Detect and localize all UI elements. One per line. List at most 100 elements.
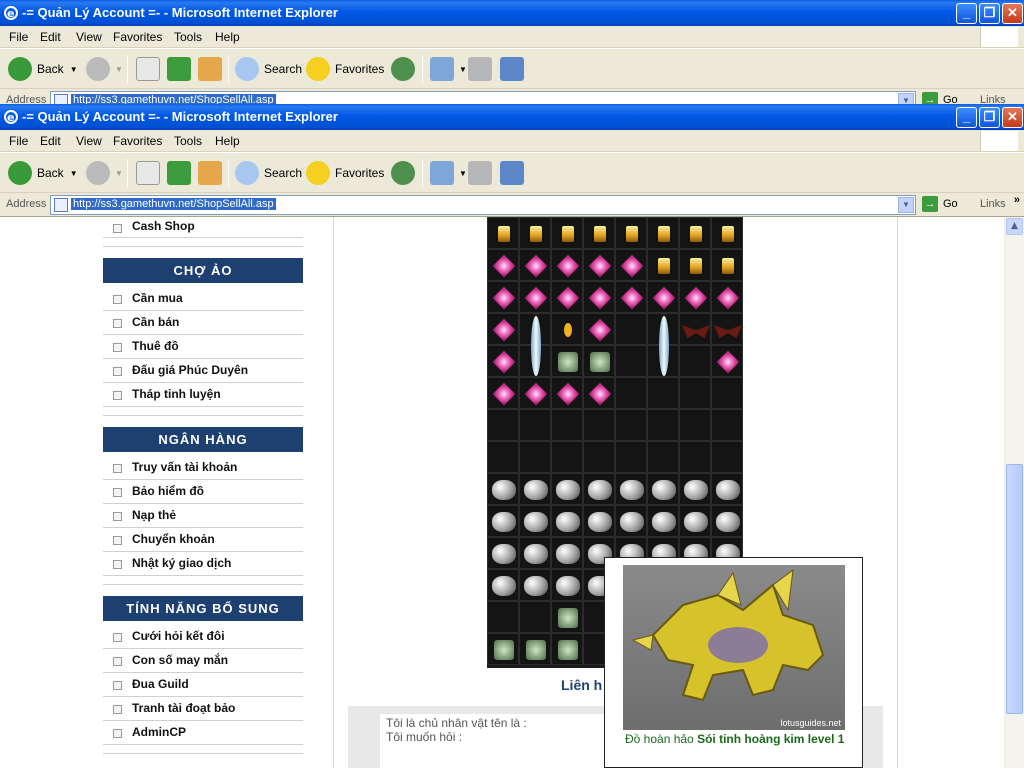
inventory-slot[interactable] bbox=[487, 633, 519, 665]
inventory-slot[interactable] bbox=[551, 281, 583, 313]
inventory-slot[interactable] bbox=[711, 473, 743, 505]
inventory-slot[interactable] bbox=[679, 441, 711, 473]
inventory-slot[interactable] bbox=[519, 601, 551, 633]
inventory-slot[interactable] bbox=[647, 473, 679, 505]
menu-view[interactable]: View bbox=[76, 134, 102, 148]
inventory-slot[interactable] bbox=[487, 249, 519, 281]
chevron-down-icon[interactable]: ▼ bbox=[898, 197, 914, 213]
inventory-slot[interactable] bbox=[519, 633, 551, 665]
sidebar-item[interactable]: Cưới hỏi kết đôi bbox=[103, 625, 303, 649]
home-button[interactable] bbox=[198, 53, 227, 85]
inventory-slot[interactable] bbox=[583, 249, 615, 281]
sidebar-item[interactable]: Truy vấn tài khoản bbox=[103, 456, 303, 480]
inventory-slot[interactable] bbox=[583, 281, 615, 313]
menu-tools[interactable]: Tools bbox=[174, 30, 202, 44]
inventory-slot[interactable] bbox=[647, 217, 679, 249]
print-button[interactable] bbox=[468, 157, 497, 189]
menu-view[interactable]: View bbox=[76, 30, 102, 44]
sidebar-item[interactable]: Cần bán bbox=[103, 311, 303, 335]
sidebar-item[interactable]: AdminCP bbox=[103, 721, 303, 745]
inventory-slot[interactable] bbox=[615, 249, 647, 281]
inventory-slot[interactable] bbox=[487, 281, 519, 313]
stop-button[interactable] bbox=[136, 53, 165, 85]
stop-button[interactable] bbox=[136, 157, 165, 189]
back-button[interactable]: Back ▼ bbox=[8, 157, 78, 189]
inventory-slot[interactable] bbox=[519, 537, 551, 569]
sidebar-item[interactable]: Chuyển khoản bbox=[103, 528, 303, 552]
menu-tools[interactable]: Tools bbox=[174, 134, 202, 148]
sidebar-item[interactable]: Tháp tinh luyện bbox=[103, 383, 303, 407]
links-button[interactable]: Links bbox=[980, 198, 1006, 210]
chevron-right-icon[interactable]: » bbox=[1014, 194, 1020, 206]
inventory-slot[interactable] bbox=[711, 345, 743, 377]
inventory-slot[interactable] bbox=[519, 313, 551, 376]
inventory-slot[interactable] bbox=[551, 569, 583, 601]
inventory-slot[interactable] bbox=[551, 249, 583, 281]
print-button[interactable] bbox=[468, 53, 497, 85]
inventory-slot[interactable] bbox=[583, 217, 615, 249]
inventory-slot[interactable] bbox=[647, 281, 679, 313]
inventory-slot[interactable] bbox=[647, 505, 679, 537]
inventory-slot[interactable] bbox=[679, 505, 711, 537]
home-button[interactable] bbox=[198, 157, 227, 189]
inventory-slot[interactable] bbox=[583, 473, 615, 505]
maximize-button[interactable]: ❐ bbox=[979, 107, 1000, 128]
inventory-slot[interactable] bbox=[615, 217, 647, 249]
inventory-slot[interactable] bbox=[679, 249, 711, 281]
inventory-slot[interactable] bbox=[711, 505, 743, 537]
minimize-button[interactable]: _ bbox=[956, 107, 977, 128]
inventory-slot[interactable] bbox=[711, 441, 743, 473]
back-button[interactable]: Back ▼ bbox=[8, 53, 78, 85]
inventory-slot[interactable] bbox=[679, 409, 711, 441]
inventory-slot[interactable] bbox=[551, 217, 583, 249]
inventory-slot[interactable] bbox=[551, 409, 583, 441]
inventory-slot[interactable] bbox=[711, 313, 743, 345]
inventory-slot[interactable] bbox=[679, 217, 711, 249]
menu-favorites[interactable]: Favorites bbox=[113, 134, 162, 148]
inventory-slot[interactable] bbox=[679, 313, 711, 345]
sidebar-item[interactable]: Nạp thẻ bbox=[103, 504, 303, 528]
forward-button[interactable]: ▼ bbox=[86, 53, 123, 85]
inventory-slot[interactable] bbox=[487, 217, 519, 249]
inventory-slot[interactable] bbox=[487, 473, 519, 505]
menu-help[interactable]: Help bbox=[215, 134, 240, 148]
inventory-slot[interactable] bbox=[487, 537, 519, 569]
inventory-slot[interactable] bbox=[583, 313, 615, 345]
history-button[interactable] bbox=[391, 53, 420, 85]
inventory-slot[interactable] bbox=[711, 217, 743, 249]
inventory-slot[interactable] bbox=[615, 473, 647, 505]
mail-button[interactable]: ▼ bbox=[430, 157, 467, 189]
inventory-slot[interactable] bbox=[551, 633, 583, 665]
close-button[interactable]: ✕ bbox=[1002, 107, 1023, 128]
inventory-slot[interactable] bbox=[519, 441, 551, 473]
inventory-slot[interactable] bbox=[519, 569, 551, 601]
sidebar-item[interactable]: Bảo hiểm đồ bbox=[103, 480, 303, 504]
inventory-slot[interactable] bbox=[647, 409, 679, 441]
search-button[interactable]: Search bbox=[235, 53, 302, 85]
inventory-slot[interactable] bbox=[711, 409, 743, 441]
inventory-slot[interactable] bbox=[615, 345, 647, 377]
maximize-button[interactable]: ❐ bbox=[979, 3, 1000, 24]
inventory-slot[interactable] bbox=[647, 249, 679, 281]
sidebar-item[interactable]: Đấu giá Phúc Duyên bbox=[103, 359, 303, 383]
favorites-button[interactable]: Favorites bbox=[306, 53, 384, 85]
inventory-slot[interactable] bbox=[551, 505, 583, 537]
mail-button[interactable]: ▼ bbox=[430, 53, 467, 85]
inventory-slot[interactable] bbox=[487, 345, 519, 377]
menu-file[interactable]: File bbox=[9, 30, 28, 44]
inventory-slot[interactable] bbox=[679, 377, 711, 409]
sidebar-item[interactable]: Con số may mắn bbox=[103, 649, 303, 673]
inventory-slot[interactable] bbox=[551, 377, 583, 409]
scroll-thumb[interactable] bbox=[1006, 464, 1023, 714]
inventory-slot[interactable] bbox=[615, 409, 647, 441]
inventory-slot[interactable] bbox=[551, 313, 583, 345]
inventory-slot[interactable] bbox=[519, 377, 551, 409]
inventory-slot[interactable] bbox=[487, 377, 519, 409]
inventory-slot[interactable] bbox=[679, 345, 711, 377]
go-button[interactable]: → Go bbox=[922, 196, 958, 212]
scroll-up-icon[interactable]: ▲ bbox=[1006, 218, 1023, 235]
history-button[interactable] bbox=[391, 157, 420, 189]
inventory-slot[interactable] bbox=[519, 249, 551, 281]
inventory-slot[interactable] bbox=[583, 377, 615, 409]
menu-favorites[interactable]: Favorites bbox=[113, 30, 162, 44]
